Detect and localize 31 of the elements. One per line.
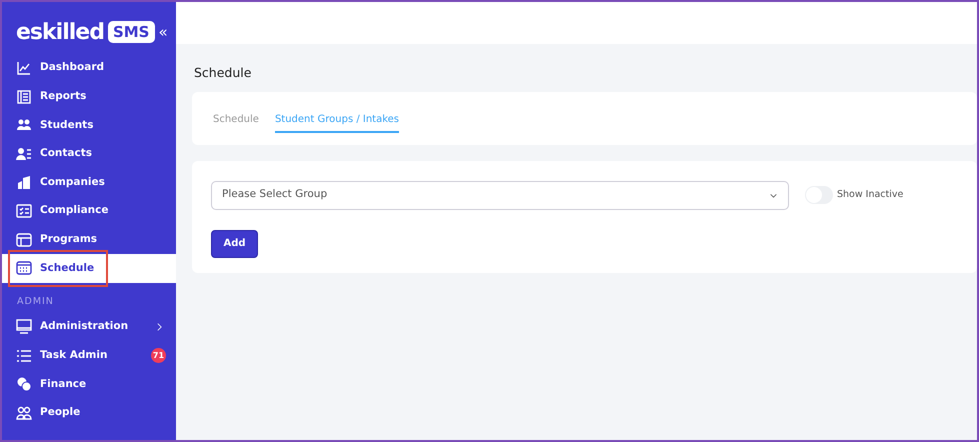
people-icon (16, 405, 32, 422)
section-heading: ADMIN (16, 294, 55, 309)
group-select[interactable]: Please Select Group (211, 180, 789, 210)
sidebar-item[interactable]: Programs (2, 226, 176, 254)
list-icon (16, 348, 32, 364)
coins-icon (16, 376, 32, 392)
sidebar-item[interactable]: People (2, 398, 176, 428)
add-button[interactable]: Add (211, 230, 258, 258)
page-title: Schedule (194, 64, 252, 82)
brand-logo: eskilled (16, 18, 104, 46)
sidebar-item[interactable]: Finance (2, 370, 176, 399)
sidebar-item[interactable]: Compliance (2, 196, 176, 226)
monitor-icon (16, 319, 32, 336)
toggle-label: Show Inactive (837, 188, 904, 202)
product-badge: SMS (108, 21, 154, 43)
sidebar-item[interactable]: Task Admin 71 (2, 342, 176, 370)
sidebar-item[interactable]: Dashboard (2, 54, 176, 83)
sidebar-item[interactable]: Companies (2, 168, 176, 197)
sidebar-item[interactable]: Contacts (2, 140, 176, 168)
collapse-toggle[interactable]: « (158, 20, 168, 44)
chart-icon (16, 60, 32, 76)
building-icon (16, 174, 32, 191)
checklist-icon (16, 203, 32, 220)
calendar-icon (16, 260, 32, 276)
report-icon (16, 88, 32, 105)
contacts-icon (16, 146, 32, 162)
count-badge: 71 (151, 348, 166, 364)
window-icon (16, 232, 32, 248)
sidebar-item[interactable]: Students (2, 111, 176, 140)
sidebar-item[interactable]: Administration (2, 313, 176, 342)
sidebar-item[interactable]: Reports (2, 82, 176, 112)
